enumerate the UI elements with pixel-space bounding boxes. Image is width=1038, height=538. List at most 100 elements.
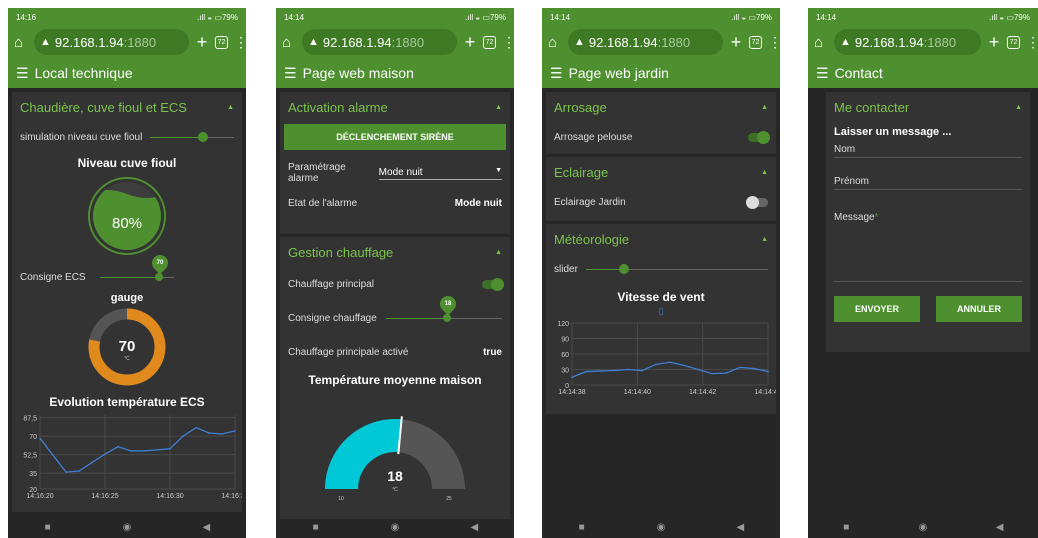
data-point — [753, 367, 755, 370]
collapse-caret-icon[interactable]: ▲ — [761, 236, 768, 243]
new-tab-icon[interactable]: + — [195, 32, 209, 53]
tabs-count-icon[interactable]: 72 — [749, 35, 762, 49]
status-time: 14:14 — [816, 12, 837, 22]
back-icon[interactable]: ◀ — [710, 522, 770, 533]
data-point — [655, 363, 657, 366]
recent-apps-icon[interactable]: ■ — [552, 522, 612, 533]
collapse-caret-icon[interactable]: ▲ — [495, 249, 502, 256]
hamburger-menu-icon[interactable]: ☰ — [816, 65, 829, 82]
collapse-caret-icon[interactable]: ▲ — [227, 104, 234, 111]
slider-knob[interactable] — [618, 263, 629, 274]
phone-contact: 14:14 .ıll ◒ ▭79% ⌂ ▲ 92.168.1.94:1880 + … — [808, 8, 1038, 538]
recent-apps-icon[interactable]: ■ — [816, 522, 876, 533]
group-header[interactable]: Arrosage ▲ — [546, 92, 776, 122]
more-menu-icon[interactable]: ⋮ — [502, 34, 514, 51]
y-tick-label: 35 — [29, 471, 37, 478]
more-menu-icon[interactable]: ⋮ — [1026, 34, 1038, 51]
hamburger-menu-icon[interactable]: ☰ — [284, 65, 297, 82]
cancel-button[interactable]: ANNULER — [936, 296, 1022, 322]
back-icon[interactable]: ◀ — [444, 522, 504, 533]
data-point — [169, 448, 171, 450]
data-point — [613, 369, 615, 372]
group-chaudiere: Chaudière, cuve fioul et ECS ▲ simulatio… — [12, 92, 242, 512]
slider-knob[interactable] — [443, 313, 451, 322]
home-nav-icon[interactable]: ◉ — [97, 522, 157, 533]
slider-knob[interactable] — [155, 272, 163, 281]
new-tab-icon[interactable]: + — [463, 32, 477, 53]
data-point — [641, 369, 643, 372]
status-bar: 14:16 .ıll ◒ ▭79% — [8, 8, 246, 26]
tabs-count-icon[interactable]: 72 — [1007, 35, 1020, 49]
main-heat-toggle[interactable] — [482, 277, 504, 291]
recent-apps-icon[interactable]: ■ — [18, 522, 78, 533]
group-header[interactable]: Météorologie ▲ — [546, 224, 776, 254]
collapse-caret-icon[interactable]: ▲ — [495, 104, 502, 111]
url-field[interactable]: ▲ 92.168.1.94:1880 — [34, 29, 189, 55]
data-point — [599, 370, 601, 372]
home-icon[interactable]: ⌂ — [282, 34, 296, 51]
y-tick-label: 90 — [561, 337, 569, 344]
heat-setpoint-slider[interactable]: 18 — [386, 292, 502, 322]
data-point — [711, 372, 713, 375]
group-title: Eclairage — [554, 164, 609, 180]
sim-slider[interactable] — [150, 131, 234, 142]
more-menu-icon[interactable]: ⋮ — [234, 34, 246, 51]
tabs-count-icon[interactable]: 72 — [215, 35, 228, 49]
lawn-toggle[interactable] — [748, 130, 770, 144]
home-icon[interactable]: ⌂ — [14, 34, 28, 51]
app-title-bar: ☰ Page web jardin — [542, 58, 780, 88]
status-time: 14:14 — [550, 12, 571, 22]
tabs-count-icon[interactable]: 72 — [483, 35, 496, 49]
browser-toolbar: ⌂ ▲ 92.168.1.94:1880 + 72 ⋮ — [8, 26, 246, 58]
collapse-caret-icon[interactable]: ▲ — [761, 169, 768, 176]
url-field[interactable]: ▲ 92.168.1.94:1880 — [834, 29, 981, 55]
url-field[interactable]: ▲ 92.168.1.94:1880 — [302, 29, 457, 55]
recent-apps-icon[interactable]: ■ — [286, 522, 346, 533]
home-icon[interactable]: ⌂ — [548, 34, 562, 51]
group-meteo: Météorologie ▲ slider Vitesse de vent ▯ … — [546, 224, 776, 414]
phone-jardin: 14:14 .ıll ◒ ▭79% ⌂ ▲ 92.168.1.94:1880 + … — [542, 8, 780, 538]
url-field[interactable]: ▲ 92.168.1.94:1880 — [568, 29, 723, 55]
data-point — [725, 372, 727, 374]
group-header[interactable]: Activation alarme ▲ — [280, 92, 510, 122]
name-label: Nom — [834, 144, 856, 155]
home-nav-icon[interactable]: ◉ — [365, 522, 425, 533]
status-icons: .ıll ◒ ▭79% — [197, 12, 238, 22]
hamburger-menu-icon[interactable]: ☰ — [550, 65, 563, 82]
group-title: Activation alarme — [288, 99, 388, 115]
alarm-mode-select[interactable]: Mode nuit ▼ — [378, 167, 502, 180]
new-tab-icon[interactable]: + — [729, 32, 743, 53]
group-header[interactable]: Gestion chauffage ▲ — [280, 237, 510, 267]
slider-knob[interactable] — [198, 131, 208, 142]
android-nav-bar: ■ ◉ ◀ — [276, 516, 514, 538]
back-icon[interactable]: ◀ — [970, 522, 1030, 533]
new-tab-icon[interactable]: + — [987, 32, 1001, 53]
home-icon[interactable]: ⌂ — [814, 34, 828, 51]
collapse-caret-icon[interactable]: ▲ — [1015, 104, 1022, 111]
name-field[interactable]: Nom — [834, 144, 1022, 158]
message-field[interactable]: Message* — [834, 212, 1022, 282]
group-header[interactable]: Me contacter ▲ — [826, 92, 1030, 122]
collapse-caret-icon[interactable]: ▲ — [761, 104, 768, 111]
firstname-field[interactable]: Prénom — [834, 176, 1022, 190]
app-title-bar: ☰ Page web maison — [276, 58, 514, 88]
send-button[interactable]: ENVOYER — [834, 296, 920, 322]
y-tick-label: 87,5 — [23, 416, 37, 423]
more-menu-icon[interactable]: ⋮ — [768, 34, 780, 51]
hamburger-menu-icon[interactable]: ☰ — [16, 65, 29, 82]
weather-slider-label: slider — [554, 263, 578, 275]
group-title: Arrosage — [554, 99, 607, 115]
ecs-slider[interactable]: 70 — [100, 251, 174, 281]
siren-button[interactable]: DÉCLENCHEMENT SIRÈNE — [284, 124, 506, 150]
home-nav-icon[interactable]: ◉ — [631, 522, 691, 533]
garden-light-toggle[interactable] — [746, 195, 768, 209]
back-icon[interactable]: ◀ — [176, 522, 236, 533]
home-nav-icon[interactable]: ◉ — [893, 522, 953, 533]
weather-slider[interactable] — [585, 263, 768, 274]
message-label: Message — [834, 212, 875, 223]
heat-setpoint-label: Consigne chauffage — [288, 312, 377, 324]
temp-gauge-title: Température moyenne maison — [308, 373, 482, 387]
heat-active-row: Chauffage principale activé true — [280, 337, 510, 367]
group-header[interactable]: Eclairage ▲ — [546, 157, 776, 187]
group-header[interactable]: Chaudière, cuve fioul et ECS ▲ — [12, 92, 242, 122]
